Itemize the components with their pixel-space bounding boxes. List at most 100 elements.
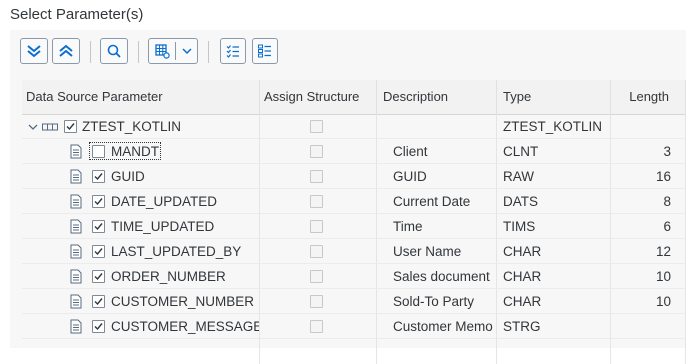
parameter-name: GUID (111, 169, 145, 184)
type-cell: ZTEST_KOTLIN (497, 114, 611, 139)
parameter-cell: CUSTOMER_NUMBER (22, 289, 260, 314)
document-icon (70, 219, 82, 234)
parameter-checkbox[interactable] (92, 170, 105, 183)
root-checkbox[interactable] (64, 120, 77, 133)
type-cell: RAW (497, 164, 611, 189)
document-icon (70, 169, 82, 184)
table-row[interactable]: TIME_UPDATED Time TIMS 6 (22, 214, 686, 239)
parameter-panel: Data Source Parameter Assign Structure D… (10, 30, 686, 364)
empty-cell (377, 339, 497, 364)
length-cell (611, 314, 686, 339)
search-icon (107, 44, 121, 58)
parameter-checkbox[interactable] (92, 320, 105, 333)
checkmark-icon (94, 223, 103, 231)
column-header-assign-structure[interactable]: Assign Structure (260, 80, 377, 114)
parameter-checkbox[interactable] (92, 245, 105, 258)
expand-all-button[interactable] (20, 38, 48, 64)
document-icon (70, 194, 82, 209)
document-icon (70, 244, 82, 259)
chevron-down-icon[interactable] (28, 122, 38, 132)
column-header-type[interactable]: Type (497, 80, 611, 114)
empty-cell (260, 339, 377, 364)
parameter-checkbox[interactable] (92, 145, 105, 158)
table-row[interactable]: CUSTOMER_MESSAGE Customer Memo STRG (22, 314, 686, 339)
assign-structure-cell (260, 239, 377, 264)
column-header-length[interactable]: Length (611, 80, 686, 114)
empty-cell (497, 339, 611, 364)
description-cell: Time (377, 214, 497, 239)
type-cell: CLNT (497, 139, 611, 164)
table-row[interactable]: ORDER_NUMBER Sales document CHAR 10 (22, 264, 686, 289)
table-row[interactable]: GUID GUID RAW 16 (22, 164, 686, 189)
assign-structure-cell (260, 164, 377, 189)
length-cell: 6 (611, 214, 686, 239)
column-header-description[interactable]: Description (377, 80, 497, 114)
assign-structure-checkbox[interactable] (310, 295, 323, 308)
search-button[interactable] (100, 38, 128, 64)
assign-structure-checkbox[interactable] (310, 220, 323, 233)
layout-menu-button[interactable] (148, 38, 198, 64)
length-cell: 10 (611, 289, 686, 314)
document-icon (70, 144, 82, 159)
assign-structure-checkbox[interactable] (310, 170, 323, 183)
deselect-all-button[interactable] (252, 38, 278, 64)
document-icon (70, 294, 82, 309)
table-row[interactable]: LAST_UPDATED_BY User Name CHAR 12 (22, 239, 686, 264)
length-cell: 12 (611, 239, 686, 264)
chevron-down-icon (181, 48, 192, 55)
checklist-icon (226, 45, 239, 58)
toolbar-separator (208, 41, 209, 63)
table-row[interactable]: CUSTOMER_NUMBER Sold-To Party CHAR 10 (22, 289, 686, 314)
parameter-cell: CUSTOMER_MESSAGE (22, 314, 260, 339)
parameter-checkbox[interactable] (92, 295, 105, 308)
collapse-all-button[interactable] (52, 38, 80, 64)
description-cell: Sold-To Party (377, 289, 497, 314)
assign-structure-cell (260, 314, 377, 339)
parameter-checkbox[interactable] (92, 220, 105, 233)
parameter-cell: ZTEST_KOTLIN (22, 114, 260, 139)
checkmark-icon (66, 123, 75, 131)
assign-structure-checkbox[interactable] (310, 270, 323, 283)
assign-structure-checkbox[interactable] (310, 145, 323, 158)
description-cell: Sales document (377, 264, 497, 289)
checkmark-icon (94, 173, 103, 181)
length-cell (611, 114, 686, 139)
description-cell: User Name (377, 239, 497, 264)
description-cell: Current Date (377, 189, 497, 214)
parameter-name: ZTEST_KOTLIN (82, 119, 182, 134)
document-icon (70, 269, 82, 284)
double-chevron-down-icon (27, 45, 41, 58)
double-chevron-up-icon (59, 44, 73, 57)
assign-structure-checkbox[interactable] (310, 120, 323, 133)
parameter-name: ORDER_NUMBER (111, 269, 226, 284)
type-cell: CHAR (497, 289, 611, 314)
document-icon (70, 319, 82, 334)
checkmark-icon (94, 298, 103, 306)
parameter-checkbox[interactable] (92, 270, 105, 283)
description-cell: Customer Memo (377, 314, 497, 339)
description-cell (377, 114, 497, 139)
assign-structure-checkbox[interactable] (310, 195, 323, 208)
empty-row (22, 339, 686, 364)
checkmark-icon (94, 273, 103, 281)
assign-structure-cell (260, 289, 377, 314)
type-cell: CHAR (497, 239, 611, 264)
parameter-checkbox[interactable] (92, 195, 105, 208)
assign-structure-checkbox[interactable] (310, 245, 323, 258)
column-header-parameter[interactable]: Data Source Parameter (22, 80, 260, 114)
parameter-name: LAST_UPDATED_BY (111, 244, 242, 259)
table-row-root[interactable]: ZTEST_KOTLIN ZTEST_KOTLIN (22, 114, 686, 139)
type-cell: TIMS (497, 214, 611, 239)
parameter-name: DATE_UPDATED (111, 194, 218, 209)
parameter-cell: MANDT (22, 139, 260, 164)
parameter-cell: TIME_UPDATED (22, 214, 260, 239)
assign-structure-checkbox[interactable] (310, 320, 323, 333)
select-all-button[interactable] (220, 38, 246, 64)
assign-structure-cell (260, 114, 377, 139)
table-row[interactable]: DATE_UPDATED Current Date DATS 8 (22, 189, 686, 214)
parameter-name: TIME_UPDATED (111, 219, 215, 234)
toolbar-separator (138, 41, 139, 63)
table-row[interactable]: MANDT Client CLNT 3 (22, 139, 686, 164)
parameter-cell: DATE_UPDATED (22, 189, 260, 214)
parameter-name: CUSTOMER_MESSAGE (111, 319, 260, 334)
